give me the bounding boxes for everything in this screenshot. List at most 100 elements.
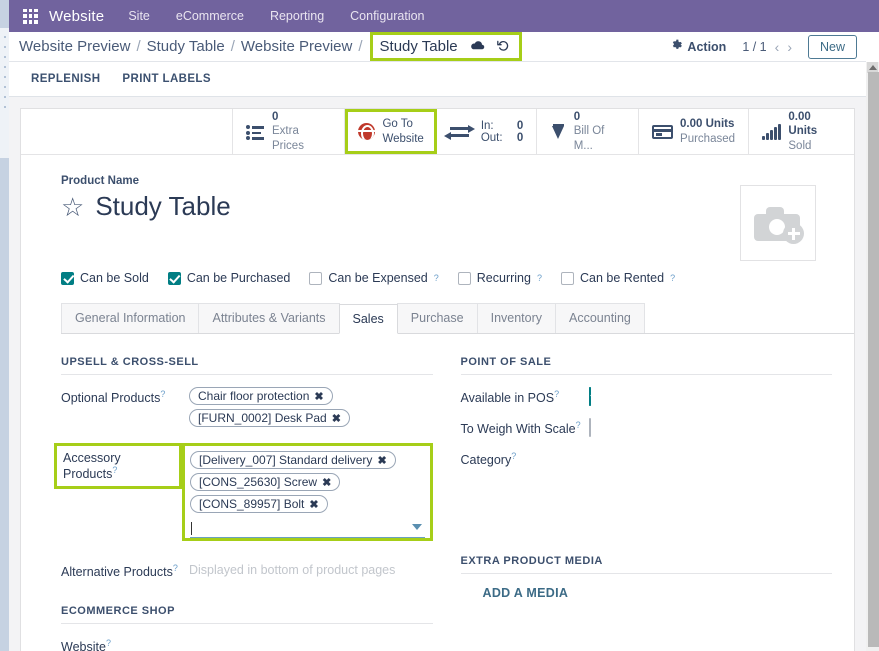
smart-button-purchased[interactable]: 0.00 Units Purchased [639, 109, 750, 154]
flag-label: Can be Rented [579, 271, 665, 285]
chevron-right-icon[interactable]: › [787, 39, 792, 55]
tag-remove-icon[interactable]: ✖ [322, 476, 331, 489]
tab-inventory[interactable]: Inventory [476, 303, 557, 333]
flask-icon [550, 123, 566, 140]
optional-products-label: Optional Products [61, 391, 161, 406]
tag-remove-icon[interactable]: ✖ [377, 454, 386, 467]
group-title-point-of-sale: POINT OF SALE [460, 356, 832, 375]
nav-item-reporting[interactable]: Reporting [270, 9, 324, 23]
pos-category-label: Category [460, 453, 512, 468]
in-value: 0 [516, 119, 524, 132]
scrollbar-thumb[interactable] [868, 72, 879, 647]
checkbox-to-weigh-with-scale[interactable] [588, 418, 591, 437]
add-a-media-button[interactable]: ADD A MEDIA [483, 586, 833, 600]
tab-accounting[interactable]: Accounting [555, 303, 645, 333]
tab-sales[interactable]: Sales [338, 304, 398, 334]
field-label: Category? [461, 449, 589, 467]
tag-item[interactable]: [Delivery_007] Standard delivery ✖ [190, 451, 396, 469]
action-menu-button[interactable]: Action [670, 39, 726, 54]
flag-can-be-expensed[interactable]: Can be Expensed ? [309, 271, 439, 285]
help-icon[interactable]: ? [576, 420, 581, 430]
tab-attributes-variants[interactable]: Attributes & Variants [198, 303, 340, 333]
flag-can-be-rented[interactable]: Can be Rented ? [560, 271, 675, 285]
checkbox-available-in-pos[interactable] [588, 387, 591, 406]
smart-button-in-out[interactable]: In: 0 Out: 0 [437, 109, 538, 154]
breadcrumb-actions: Action 1 / 1 ‹ › New [670, 34, 857, 59]
smart-button-spacer [21, 109, 233, 154]
tag-item[interactable]: [CONS_25630] Screw ✖ [190, 473, 341, 491]
text-caret [191, 521, 192, 535]
tab-general-information[interactable]: General Information [61, 303, 200, 333]
group-title-ecommerce-shop: ECOMMERCE SHOP [61, 605, 433, 625]
help-icon[interactable]: ? [434, 273, 439, 283]
accessory-products-tags[interactable]: [Delivery_007] Standard delivery ✖ [CONS… [190, 451, 425, 513]
field-website: Website? [61, 636, 433, 651]
alternative-products-label: Alternative Products [61, 565, 173, 580]
undo-discard-icon[interactable] [496, 39, 510, 54]
star-outline-icon[interactable]: ☆ [61, 194, 84, 220]
product-flags: Can be Sold Can be Purchased Can be Expe… [21, 261, 854, 285]
breadcrumb-item-1[interactable]: Study Table [147, 38, 225, 55]
breadcrumb-bar: Website Preview / Study Table / Website … [9, 32, 866, 62]
help-icon[interactable]: ? [511, 451, 516, 461]
help-icon[interactable]: ? [173, 563, 178, 573]
checkbox-can-be-sold[interactable] [61, 271, 74, 285]
chevron-down-icon[interactable] [411, 524, 422, 530]
smart-button-bill-of-materials[interactable]: 0 Bill Of M... [537, 109, 640, 154]
checkbox-recurring[interactable] [457, 271, 471, 285]
replenish-button[interactable]: REPLENISH [31, 73, 100, 85]
field-label: Optional Products? [61, 387, 189, 405]
help-icon[interactable]: ? [112, 465, 117, 475]
help-icon[interactable]: ? [106, 638, 111, 648]
flag-can-be-purchased[interactable]: Can be Purchased [167, 271, 291, 285]
help-icon[interactable]: ? [670, 273, 675, 283]
cloud-save-icon[interactable] [470, 40, 485, 53]
tag-label: [CONS_89957] Bolt [199, 497, 305, 511]
gear-icon [670, 39, 683, 54]
alternative-products-input[interactable]: Displayed in bottom of product pages [189, 561, 433, 577]
smart-button-sold[interactable]: 0.00 Units Sold [749, 109, 854, 154]
checkbox-can-be-expensed[interactable] [309, 271, 323, 285]
flag-recurring[interactable]: Recurring ? [457, 271, 542, 285]
optional-products-tags[interactable]: Chair floor protection ✖ [FURN_0002] Des… [189, 387, 433, 427]
accessory-products-label-highlight: Accessory Products? [54, 443, 182, 490]
nav-item-ecommerce[interactable]: eCommerce [176, 9, 244, 23]
tag-label: [FURN_0002] Desk Pad [198, 411, 327, 425]
website-label: Website [61, 640, 106, 651]
nav-item-site[interactable]: Site [128, 9, 150, 23]
help-icon[interactable]: ? [537, 273, 542, 283]
flag-label: Can be Purchased [186, 271, 291, 285]
tag-remove-icon[interactable]: ✖ [309, 498, 318, 511]
nav-item-configuration[interactable]: Configuration [350, 9, 424, 23]
checkbox-can-be-rented[interactable] [560, 271, 574, 285]
tag-item[interactable]: [FURN_0002] Desk Pad ✖ [189, 409, 350, 427]
smart-button-label: Purchased [680, 132, 736, 145]
new-button[interactable]: New [807, 34, 857, 59]
breadcrumb-separator: / [136, 38, 141, 55]
smart-button-go-to-website[interactable]: Go To Website [345, 109, 437, 154]
accessory-products-field-highlight[interactable]: [Delivery_007] Standard delivery ✖ [CONS… [182, 443, 433, 541]
chevron-left-icon[interactable]: ‹ [775, 39, 780, 55]
accessory-products-input[interactable] [190, 519, 425, 538]
help-icon[interactable]: ? [554, 389, 559, 399]
tag-item[interactable]: [CONS_89957] Bolt ✖ [190, 495, 328, 513]
help-icon[interactable]: ? [160, 389, 165, 399]
checkbox-can-be-purchased[interactable] [167, 271, 181, 285]
breadcrumb-item-2[interactable]: Website Preview [241, 38, 352, 55]
vertical-scrollbar[interactable] [866, 62, 879, 651]
tag-remove-icon[interactable]: ✖ [314, 390, 323, 403]
smart-button-value: 0 [272, 110, 279, 123]
app-brand-website[interactable]: Website [49, 8, 104, 25]
tag-item[interactable]: Chair floor protection ✖ [189, 387, 333, 405]
tab-purchase[interactable]: Purchase [396, 303, 478, 333]
smart-button-extra-prices[interactable]: 0 Extra Prices [233, 109, 346, 154]
apps-grid-icon[interactable] [23, 8, 38, 24]
product-name-value[interactable]: Study Table [95, 191, 230, 222]
breadcrumb-item-0[interactable]: Website Preview [19, 38, 130, 55]
flag-can-be-sold[interactable]: Can be Sold [61, 271, 149, 285]
pager-count: 1 / 1 [742, 39, 767, 54]
product-image-placeholder[interactable] [740, 185, 816, 261]
sales-left-column: UPSELL & CROSS-SELL Optional Products? C… [54, 356, 433, 651]
print-labels-button[interactable]: PRINT LABELS [122, 73, 211, 85]
tag-remove-icon[interactable]: ✖ [332, 412, 341, 425]
